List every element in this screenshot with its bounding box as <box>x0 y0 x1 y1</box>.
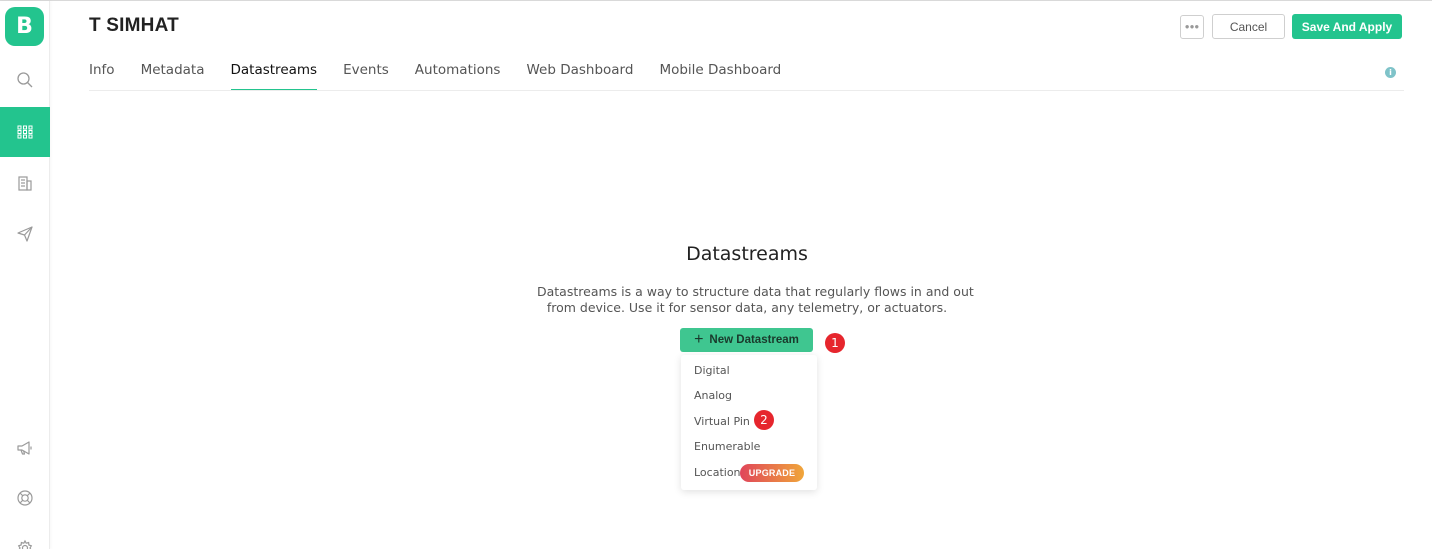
new-datastream-button[interactable]: + New Datastream <box>680 328 813 352</box>
top-border <box>0 0 1432 1</box>
search-icon <box>17 72 33 88</box>
save-and-apply-button[interactable]: Save And Apply <box>1292 14 1402 39</box>
step-badge-1: 1 <box>825 333 845 353</box>
lifebuoy-icon <box>17 490 33 506</box>
info-icon[interactable]: i <box>1385 67 1396 78</box>
tab-info[interactable]: Info <box>89 62 115 91</box>
sidebar-templates[interactable] <box>0 107 50 157</box>
sidebar-announcements[interactable] <box>0 423 50 473</box>
menu-item-virtual-pin[interactable]: Virtual Pin <box>694 415 750 428</box>
plus-icon: + <box>694 331 704 348</box>
tab-automations[interactable]: Automations <box>415 62 501 91</box>
tab-mobile-dashboard[interactable]: Mobile Dashboard <box>659 62 781 91</box>
send-icon <box>17 226 33 242</box>
menu-item-enumerable[interactable]: Enumerable <box>694 440 760 453</box>
sidebar: B <box>0 1 50 549</box>
description-line-2: from device. Use it for sensor data, any… <box>546 300 948 315</box>
building-icon <box>18 176 32 191</box>
sidebar-settings[interactable] <box>0 523 50 549</box>
tab-metadata[interactable]: Metadata <box>141 62 205 91</box>
new-datastream-label: New Datastream <box>709 334 799 346</box>
step-badge-2: 2 <box>754 410 774 430</box>
gear-icon <box>17 539 33 549</box>
menu-item-digital[interactable]: Digital <box>694 364 730 377</box>
more-dots-icon: ●●● <box>1184 22 1200 31</box>
sidebar-send[interactable] <box>0 209 50 259</box>
cancel-button[interactable]: Cancel <box>1212 14 1285 39</box>
tab-web-dashboard[interactable]: Web Dashboard <box>526 62 633 91</box>
sidebar-search[interactable] <box>0 55 50 105</box>
menu-item-location[interactable]: Location <box>694 466 741 479</box>
sidebar-organizations[interactable] <box>0 158 50 208</box>
tab-bar: Info Metadata Datastreams Events Automat… <box>89 62 807 91</box>
megaphone-icon <box>17 441 32 455</box>
description-line-1: Datastreams is a way to structure data t… <box>537 284 974 299</box>
sidebar-help[interactable] <box>0 473 50 523</box>
tab-events[interactable]: Events <box>343 62 389 91</box>
empty-state-title: Datastreams <box>686 243 808 265</box>
more-options-button[interactable]: ●●● <box>1180 15 1204 39</box>
tabs-divider <box>89 90 1404 91</box>
upgrade-badge[interactable]: UPGRADE <box>740 464 804 482</box>
app-logo[interactable]: B <box>5 7 44 46</box>
page-title: T SIMHAT <box>89 15 179 36</box>
tab-datastreams[interactable]: Datastreams <box>230 62 318 91</box>
grid-icon <box>17 125 33 139</box>
empty-state-description: Datastreams is a way to structure data t… <box>537 284 974 316</box>
menu-item-analog[interactable]: Analog <box>694 389 732 402</box>
